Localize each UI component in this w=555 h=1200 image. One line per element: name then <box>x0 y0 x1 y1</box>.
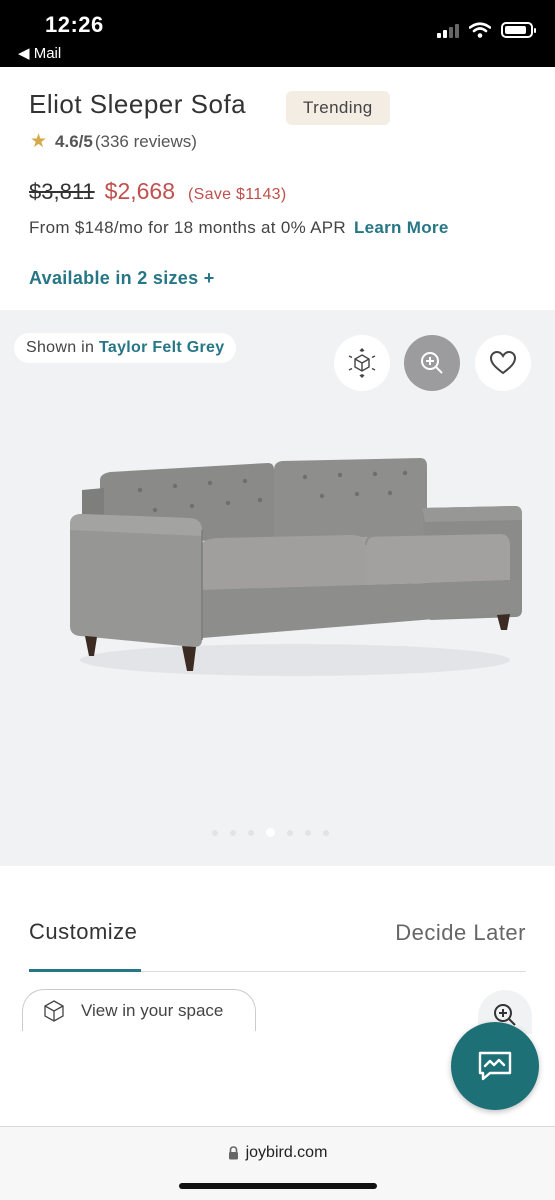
url-bar[interactable]: joybird.com <box>0 1144 555 1162</box>
view-in-your-space-button[interactable]: View in your space <box>22 989 256 1031</box>
gallery-dot[interactable] <box>230 829 236 836</box>
financing-info: From $148/mo for 18 months at 0% APR Lear… <box>29 218 449 238</box>
gallery-dot[interactable] <box>212 829 218 836</box>
learn-more-link[interactable]: Learn More <box>354 218 449 237</box>
savings-text: (Save $1143) <box>188 186 287 203</box>
favorite-button[interactable] <box>475 335 531 391</box>
original-price: $3,811 <box>29 179 95 204</box>
lock-icon <box>228 1146 238 1160</box>
gallery-pagination[interactable] <box>212 828 329 837</box>
product-header: Eliot Sleeper Sofa Trending ★ 4.6/5 (336… <box>0 67 555 310</box>
battery-icon <box>501 22 536 38</box>
gallery-dot[interactable] <box>323 829 329 836</box>
rating-value: 4.6/5 <box>55 131 93 151</box>
ar-view-button[interactable] <box>334 335 390 391</box>
product-title: Eliot Sleeper Sofa <box>29 89 247 119</box>
review-count: (336 reviews) <box>94 131 197 151</box>
financing-text: From $148/mo for 18 months at 0% APR <box>29 218 346 237</box>
tab-customize[interactable]: Customize <box>29 919 137 945</box>
trending-badge: Trending <box>286 91 390 125</box>
gallery-dot[interactable] <box>248 829 254 836</box>
chat-button[interactable] <box>451 1022 539 1110</box>
status-bar: 12:26 ◀ Mail <box>0 0 555 67</box>
product-image-gallery[interactable]: Shown in Taylor Felt Grey <box>0 310 555 866</box>
sofa-product-image <box>70 458 522 676</box>
status-time: 12:26 <box>45 12 104 37</box>
back-to-mail-link[interactable]: ◀ Mail <box>18 44 61 62</box>
available-sizes-link[interactable]: Available in 2 sizes + <box>29 268 215 289</box>
view-in-your-space-label: View in your space <box>81 1000 224 1020</box>
gallery-dot[interactable] <box>305 829 311 836</box>
ar-cube-icon <box>348 348 376 378</box>
sale-price: $2,668 <box>104 178 176 204</box>
shown-in-prefix: Shown in <box>26 339 95 356</box>
heart-icon <box>489 350 517 375</box>
gallery-dot-active[interactable] <box>266 828 275 837</box>
chat-icon <box>478 1051 512 1081</box>
gallery-dot[interactable] <box>287 829 293 836</box>
shown-in-label: Shown in Taylor Felt Grey <box>14 333 237 363</box>
price-row: $3,811 $2,668 (Save $1143) <box>29 178 287 205</box>
cellular-signal-icon <box>437 22 459 38</box>
url-text: joybird.com <box>245 1144 328 1161</box>
rating-row[interactable]: ★ 4.6/5 (336 reviews) <box>30 130 197 153</box>
zoom-button[interactable] <box>404 335 460 391</box>
active-tab-indicator <box>29 969 141 972</box>
status-icons <box>437 22 536 38</box>
home-indicator[interactable] <box>179 1183 377 1189</box>
star-icon: ★ <box>30 131 48 152</box>
wifi-icon <box>469 22 491 38</box>
fabric-color-name: Taylor Felt Grey <box>98 339 225 356</box>
zoom-in-icon <box>421 352 443 374</box>
ar-cube-icon <box>44 999 64 1022</box>
option-tabs: Customize Decide Later <box>0 866 555 976</box>
tab-decide-later[interactable]: Decide Later <box>395 920 526 946</box>
browser-bottom-bar: joybird.com <box>0 1126 555 1200</box>
